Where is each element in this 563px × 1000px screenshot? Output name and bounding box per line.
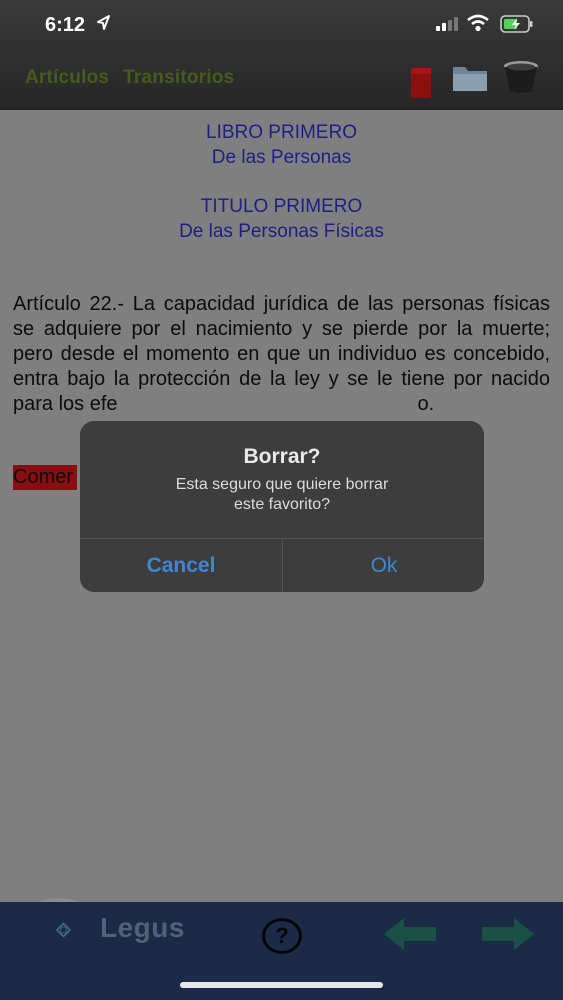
transitorios-link[interactable]: Transitorios — [123, 67, 234, 88]
book-heading: LIBRO PRIMERO De las Personas — [0, 120, 563, 170]
article-text: Artículo 22.- La capacidad jurídica de l… — [13, 293, 550, 415]
legus-logo-icon — [55, 922, 72, 938]
dialog-title: Borrar? — [243, 445, 321, 468]
location-arrow-icon — [97, 15, 110, 30]
battery-charging-icon — [500, 15, 533, 33]
cellular-signal-icon — [436, 17, 458, 31]
title-title: TITULO PRIMERO — [200, 196, 363, 217]
next-arrow-icon[interactable] — [480, 914, 536, 954]
title-heading: TITULO PRIMERO De las Personas Físicas — [0, 194, 563, 244]
dialog-message: Esta seguro que quiere borrar este favor… — [175, 476, 389, 513]
status-time: 6:12 — [45, 14, 86, 36]
article-text-tail: o. — [417, 393, 435, 415]
toolbar-links: Artículos Transitorios — [25, 67, 248, 89]
ok-button[interactable]: Ok — [283, 539, 484, 592]
top-bar: 6:12 Artículos Transitorios — [0, 0, 563, 110]
bookmark-icon[interactable] — [410, 68, 432, 98]
status-bar: 6:12 — [0, 0, 563, 50]
previous-arrow-icon[interactable] — [382, 914, 438, 954]
wifi-icon — [467, 14, 489, 32]
delete-favorite-dialog: Borrar? Esta seguro que quiere borrar es… — [80, 421, 484, 592]
help-button[interactable]: ? — [262, 918, 302, 954]
trash-icon[interactable] — [502, 58, 540, 94]
home-indicator[interactable] — [180, 982, 383, 988]
title-subtitle: De las Personas Físicas — [179, 221, 384, 242]
book-subtitle: De las Personas — [211, 147, 352, 168]
articulos-link[interactable]: Artículos — [25, 67, 109, 88]
book-title: LIBRO PRIMERO — [206, 122, 357, 143]
cancel-button[interactable]: Cancel — [80, 539, 282, 592]
comment-label[interactable]: Comer — [13, 465, 78, 490]
folder-icon[interactable] — [452, 62, 488, 92]
legus-logo-text: Legus — [100, 912, 185, 943]
